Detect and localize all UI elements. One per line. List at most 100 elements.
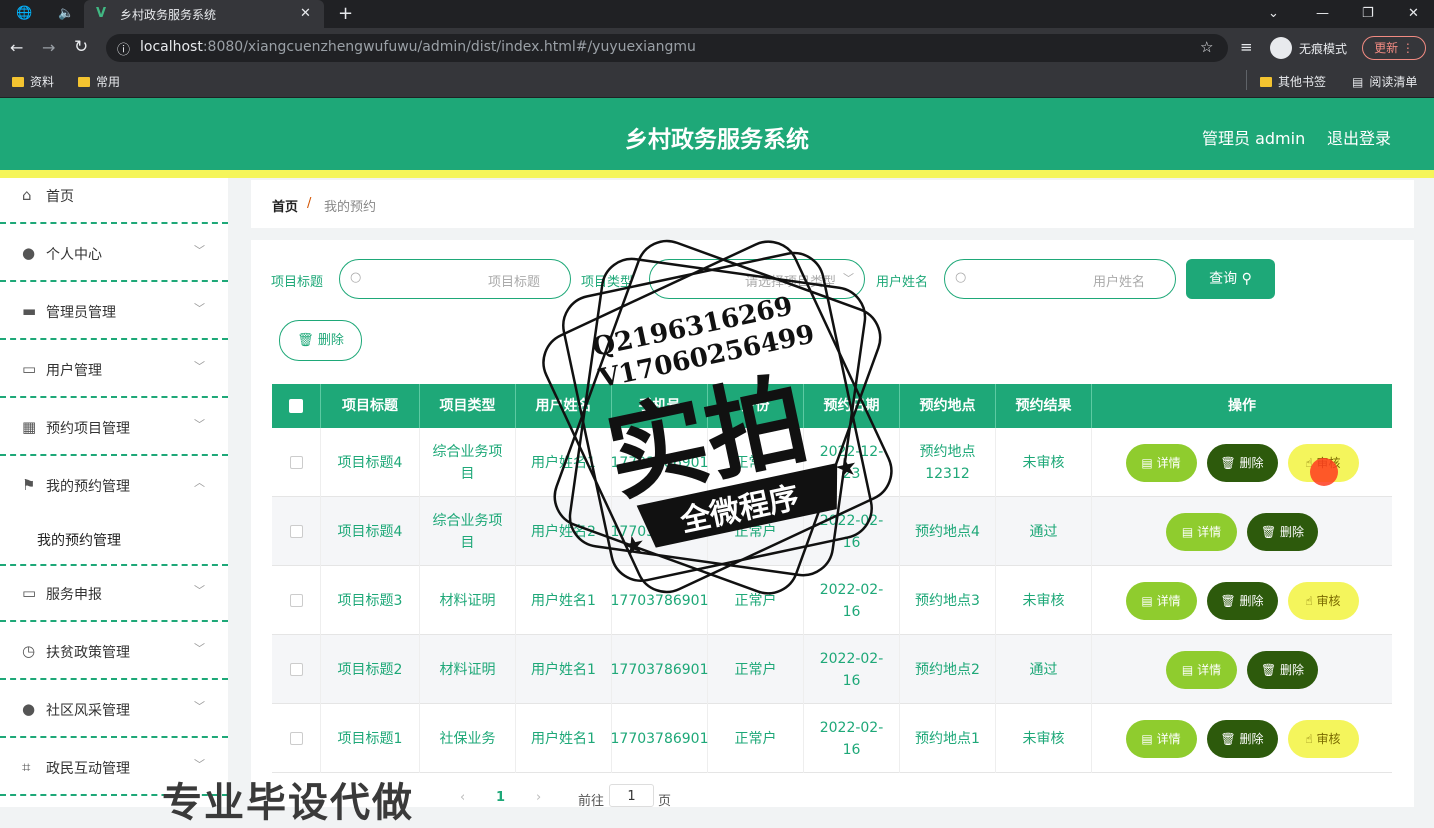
back-icon[interactable]: ← [10,38,23,57]
row-checkbox[interactable] [289,732,303,745]
reload-icon[interactable]: ↻ [74,37,88,57]
detail-button[interactable]: ▤ 详情 [1125,581,1197,620]
cell-place: 预约地点12312 [900,428,996,497]
sidebar-item-profile[interactable]: ● 个人中心 ﹀ [0,226,228,282]
media-icon[interactable]: ≡ [1240,38,1253,56]
reading-list[interactable]: ▤ 阅读清单 [1352,73,1417,90]
other-bookmarks[interactable]: 其他书签 [1260,73,1326,90]
globe-icon[interactable]: 🌐 [16,0,32,28]
cell-actions: ▤ 详情🗑 删除☝ 审核 [1092,704,1392,773]
bookmark-divider [1246,70,1247,90]
document-icon: ▤ [1181,662,1198,677]
chevron-down-icon: ﹀ [194,244,205,257]
sidebar-item-admin[interactable]: ▬ 管理员管理 ﹀ [0,284,228,340]
row-checkbox[interactable] [289,525,303,538]
col-place: 预约地点 [900,384,996,428]
batch-delete-button[interactable]: 🗑 删除 [279,320,362,361]
restore-icon[interactable]: ❐ [1362,0,1374,28]
audit-button[interactable]: ☝ 审核 [1287,581,1359,620]
title-search-input[interactable]: ○ 项目标题 [339,259,571,299]
cell-title: 项目标题3 [321,566,420,635]
name-search-input[interactable]: ○ 用户姓名 [944,259,1176,299]
button-label: 详情 [1197,662,1222,677]
url-text[interactable]: localhost:8080/xiangcuenzhengwufuwu/admi… [140,39,696,55]
speaker-icon[interactable]: 🔈 [58,0,74,28]
sidebar-item-home[interactable]: ⌂ 首页 [0,168,228,224]
logout-link[interactable]: 退出登录 [1327,125,1391,149]
clock-icon: ◷ [22,642,36,660]
bottom-watermark-text: 专业毕设代做 [162,780,414,826]
breadcrumb-home[interactable]: 首页 [272,196,298,215]
table-row: 项目标题4 综合业务项目 用户姓名2 17703786901 正常户 2022-02-16… [272,497,1392,566]
sidebar-item-my-booking[interactable]: ⚑ 我的预约管理 ︿ [0,458,228,514]
cell-date: 2022-02-16 [804,566,900,635]
bookmark-folder-2[interactable]: 常用 [78,73,120,90]
new-tab-icon[interactable]: + [338,0,353,28]
chevron-up-icon: ︿ [194,476,205,489]
close-tab-icon[interactable]: ✕ [300,0,311,28]
col-actions: 操作 [1228,398,1256,414]
delete-button[interactable]: 🗑 删除 [1206,719,1278,758]
chevron-down-icon: ﹀ [194,360,205,373]
bookmark-folder-1[interactable]: 资料 [12,73,54,90]
sidebar-item-projects[interactable]: ▦ 预约项目管理 ﹀ [0,400,228,456]
next-page-icon[interactable]: › [536,790,541,805]
cell-phone: 17703786901 [611,566,709,635]
incognito-icon[interactable] [1270,37,1292,59]
trash-icon: 🗑 [1220,593,1240,608]
bookmark-star-icon[interactable]: ☆ [1200,38,1213,56]
cell-phone: 17703786901 [611,428,709,497]
col-phone: 手机号 [612,384,708,428]
row-checkbox[interactable] [289,663,303,676]
detail-button[interactable]: ▤ 详情 [1125,443,1197,482]
close-window-icon[interactable]: ✕ [1408,0,1419,28]
sidebar-subitem-my-booking[interactable]: 我的预约管理 [0,514,228,566]
cell-actions: ▤ 详情 🗑 删除 [1092,497,1392,566]
row-checkbox[interactable] [289,594,303,607]
folder-icon [78,77,90,87]
detail-button[interactable]: ▤ 详情 [1166,512,1237,551]
button-label: 审核 [1316,593,1341,608]
chevron-down-icon: ﹀ [194,418,205,431]
button-label: 详情 [1197,524,1222,539]
col-date: 预约日期 [804,384,900,428]
chevron-down-icon: ﹀ [194,584,205,597]
goto-page-input[interactable]: 1 [609,784,654,807]
row-checkbox[interactable] [289,456,303,469]
cell-identity: 正常户 [708,566,804,635]
sidebar-item-community[interactable]: ● 社区风采管理 ﹀ [0,682,228,738]
detail-button[interactable]: ▤ 详情 [1125,719,1197,758]
select-all-checkbox[interactable] [289,399,303,413]
button-label: 详情 [1156,731,1181,746]
site-info-icon[interactable]: ⓘ [117,39,130,58]
minimize-icon[interactable]: — [1316,0,1329,28]
trash-icon: 🗑 [297,333,314,348]
button-label: 删除 [1239,731,1264,746]
col-title: 项目标题 [321,384,420,428]
type-select[interactable]: 请选择项目类型 ﹀ [649,259,865,299]
current-page[interactable]: 1 [496,790,505,805]
cursor-highlight [1310,458,1338,486]
tab-title: 乡村政务服务系统 [120,8,217,22]
button-label: 审核 [1316,731,1341,746]
delete-button[interactable]: 🗑 删除 [1247,650,1318,689]
update-button[interactable]: 更新 ⋮ [1362,36,1426,60]
search-button[interactable]: 查询 ⚲ [1186,259,1275,299]
delete-button[interactable]: 🗑 删除 [1247,512,1318,551]
cell-phone: 17703786901 [611,704,709,773]
sidebar-item-service[interactable]: ▭ 服务申报 ﹀ [0,566,228,622]
document-icon: ▤ [1181,524,1198,539]
delete-button[interactable]: 🗑 删除 [1206,443,1278,482]
button-label: 删除 [1239,455,1264,470]
prev-page-icon[interactable]: ‹ [460,790,465,805]
sidebar-item-users[interactable]: ▭ 用户管理 ﹀ [0,342,228,398]
detail-button[interactable]: ▤ 详情 [1166,650,1237,689]
forward-icon[interactable]: → [42,38,55,57]
grid-icon: ▦ [22,418,37,436]
filter-title-label: 项目标题 [271,275,324,290]
cell-date: 2022-02-16 [804,497,900,566]
delete-button[interactable]: 🗑 删除 [1206,581,1278,620]
tab-search-icon[interactable]: ⌄ [1268,0,1279,28]
audit-button[interactable]: ☝ 审核 [1287,719,1359,758]
sidebar-item-policy[interactable]: ◷ 扶贫政策管理 ﹀ [0,624,228,680]
